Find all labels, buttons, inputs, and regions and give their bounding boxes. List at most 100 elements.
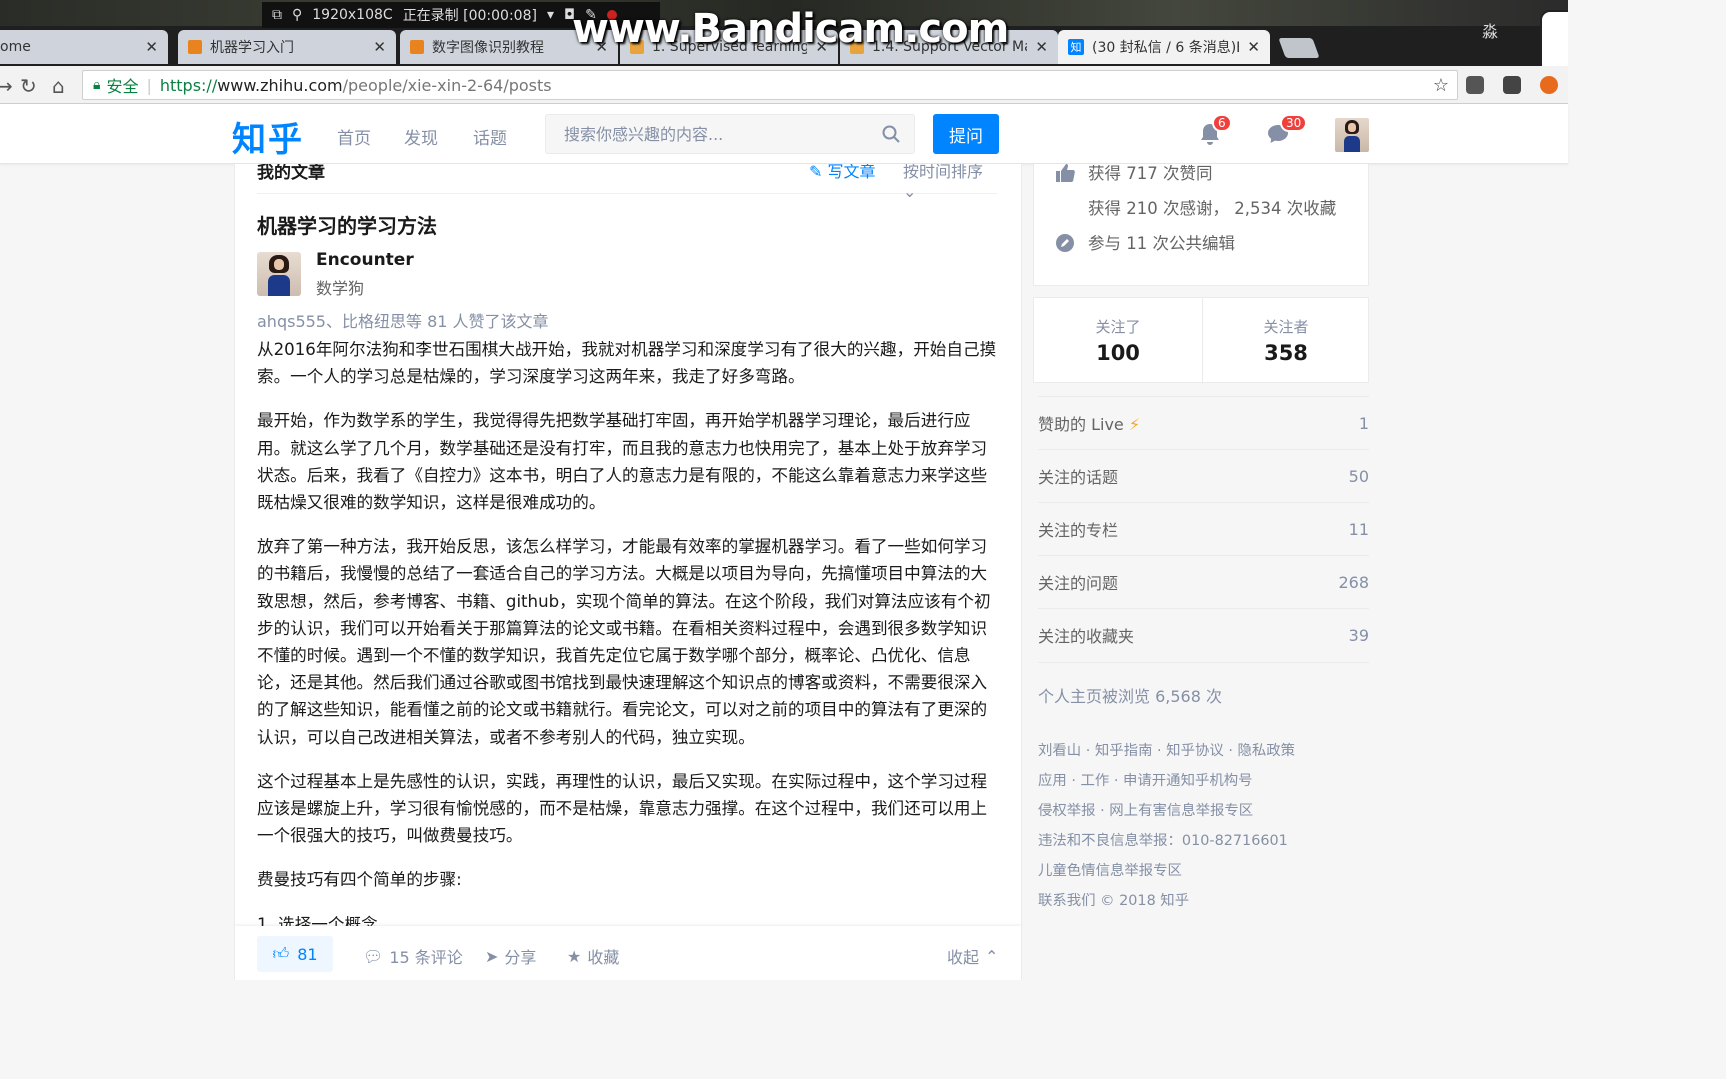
following-stat[interactable]: 关注了 100 bbox=[1034, 298, 1202, 384]
chevron-down-icon: ⌄ bbox=[903, 182, 917, 201]
tab-title: (30 封私信 / 6 条消息)En bbox=[1092, 40, 1240, 56]
chevron-up-icon: ⌃ bbox=[985, 946, 999, 966]
search-icon[interactable] bbox=[882, 125, 900, 143]
secure-label: 安全 bbox=[106, 77, 139, 96]
collect-button[interactable]: ★ 收藏 bbox=[567, 944, 619, 968]
follow-card: 关注了 100 关注者 358 bbox=[1033, 297, 1370, 384]
user-avatar[interactable] bbox=[1335, 118, 1369, 152]
window-icon[interactable]: ⧉ bbox=[272, 7, 282, 23]
close-icon[interactable]: ✕ bbox=[1035, 38, 1048, 56]
book-favicon-icon bbox=[410, 40, 424, 54]
comments-label: 15 条评论 bbox=[389, 948, 463, 967]
address-bar[interactable]: 🔒︎ 安全 | https:// www.zhihu.com /people/x… bbox=[82, 70, 1458, 100]
side-widget bbox=[1540, 10, 1568, 66]
sort-label: 按时间排序 bbox=[903, 164, 984, 181]
list-item-questions[interactable]: 关注的问题 268 bbox=[1038, 555, 1369, 608]
nav-home[interactable]: 首页 bbox=[337, 124, 371, 149]
list-item-count: 39 bbox=[1348, 625, 1369, 645]
dropdown-icon[interactable]: ▾ bbox=[547, 7, 554, 23]
thumbs-up-icon bbox=[1056, 164, 1075, 182]
paper-plane-icon: ➤ bbox=[485, 946, 499, 966]
tab-ml-intro[interactable]: 机器学习入门 ✕ bbox=[178, 30, 396, 64]
card-header: 我的文章 ✎ 写文章 按时间排序 ⌄ bbox=[257, 164, 997, 201]
search-input[interactable] bbox=[546, 115, 866, 153]
tab-title: ome bbox=[0, 39, 31, 55]
voters-line[interactable]: ahqs555、比格纽思等 81 人赞了该文章 bbox=[257, 308, 549, 332]
list-item-columns[interactable]: 关注的专栏 11 bbox=[1038, 502, 1369, 555]
followers-stat[interactable]: 关注者 358 bbox=[1202, 298, 1370, 384]
comments-button[interactable]: 💬︎ 15 条评论 bbox=[363, 944, 463, 968]
browser-tab-strip: ome ✕ 机器学习入门 ✕ 数字图像识别教程 ✕ 1. Supervised … bbox=[0, 0, 1568, 66]
paragraph: 放弃了第一种方法，我开始反思，该怎么样学习，才能最有效率的掌握机器学习。看了一些… bbox=[257, 537, 991, 747]
pocket-extension-icon[interactable] bbox=[1503, 76, 1521, 94]
zoom-icon[interactable]: ⚲ bbox=[292, 7, 302, 23]
notifications-button[interactable]: 6 bbox=[1198, 114, 1232, 148]
zhihu-logo[interactable]: 知乎 bbox=[232, 112, 304, 161]
close-icon[interactable]: ✕ bbox=[145, 38, 158, 56]
divider: | bbox=[146, 75, 152, 95]
write-article-link[interactable]: ✎ 写文章 bbox=[809, 164, 876, 182]
profile-views: 个人主页被浏览 6,568 次 bbox=[1038, 687, 1222, 706]
messages-button[interactable]: 30 bbox=[1266, 114, 1308, 148]
footer-links[interactable]: 儿童色情信息举报专区 bbox=[1038, 856, 1369, 886]
list-item-count: 268 bbox=[1338, 572, 1369, 592]
sort-dropdown[interactable]: 按时间排序 ⌄ bbox=[903, 164, 997, 201]
url-path: /people/xie-xin-2-64/posts bbox=[342, 75, 552, 95]
tab-zhihu-active[interactable]: 知 (30 封私信 / 6 条消息)En ✕ bbox=[1058, 30, 1270, 64]
paragraph: 从2016年阿尔法狗和李世石围棋大战开始，我就对机器学习和深度学习有了很大的兴趣… bbox=[257, 340, 997, 387]
list-item-count: 1 bbox=[1358, 413, 1369, 433]
extension-icon[interactable] bbox=[1540, 76, 1558, 94]
list-item-topics[interactable]: 关注的话题 50 bbox=[1038, 449, 1369, 502]
tab-title: 机器学习入门 bbox=[210, 40, 294, 56]
home-icon[interactable]: ⌂ bbox=[52, 74, 65, 98]
posts-card: 我的文章 ✎ 写文章 按时间排序 ⌄ 机器学习的学习方法 Encounter 数… bbox=[234, 164, 1022, 980]
pen-icon: ✎ bbox=[809, 164, 828, 181]
nav-explore[interactable]: 发现 bbox=[404, 124, 438, 149]
site-header: 知乎 首页 发现 话题 提问 6 30 bbox=[0, 104, 1568, 164]
bookmark-star-icon[interactable]: ☆ bbox=[1433, 75, 1449, 96]
footer-links[interactable]: 应用 · 工作 · 申请开通知乎机构号 bbox=[1038, 766, 1369, 796]
share-button[interactable]: ➤ 分享 bbox=[485, 944, 536, 968]
followers-label: 关注者 bbox=[1263, 318, 1309, 336]
close-icon[interactable]: ✕ bbox=[373, 38, 386, 56]
paragraph: 最开始，作为数学系的学生，我觉得得先把数学基础打牢固，再开始学机器学习理论，最后… bbox=[257, 411, 988, 513]
footer-links[interactable]: 刘看山 · 知乎指南 · 知乎协议 · 隐私政策 bbox=[1038, 736, 1369, 766]
nav-topics[interactable]: 话题 bbox=[473, 124, 507, 149]
list-item-count: 50 bbox=[1348, 466, 1369, 486]
following-label: 关注了 bbox=[1095, 318, 1141, 336]
lock-icon: 🔒︎ bbox=[93, 77, 101, 93]
list-item-collections[interactable]: 关注的收藏夹 39 bbox=[1038, 608, 1369, 661]
section-title: 我的文章 bbox=[257, 164, 325, 183]
list-item-label: 赞助的 Live bbox=[1038, 415, 1124, 434]
write-article-label: 写文章 bbox=[827, 164, 876, 181]
collapse-button[interactable]: 收起 ⌃ bbox=[947, 944, 998, 968]
url-scheme: https:// bbox=[159, 75, 218, 95]
followers-count: 358 bbox=[1264, 341, 1308, 365]
upvote-button[interactable]: 👍︎ 81 bbox=[257, 936, 333, 972]
article-title[interactable]: 机器学习的学习方法 bbox=[257, 210, 437, 239]
collapse-label: 收起 bbox=[947, 948, 980, 967]
evernote-extension-icon[interactable] bbox=[1466, 76, 1484, 94]
recorder-resolution: 1920x108C bbox=[312, 7, 393, 23]
footer-report: 违法和不良信息举报：010-82716601 bbox=[1038, 833, 1288, 849]
reload-icon[interactable]: ↻ bbox=[20, 74, 37, 98]
lightning-icon: ⚡ bbox=[1128, 415, 1141, 434]
article-action-bar: 👍︎ 81 💬︎ 15 条评论 ➤ 分享 ★ 收藏 收起 ⌃ bbox=[235, 926, 1021, 980]
list-item-live[interactable]: 赞助的 Live ⚡ 1 bbox=[1038, 396, 1369, 449]
ask-button[interactable]: 提问 bbox=[933, 114, 999, 154]
new-tab-button[interactable] bbox=[1278, 38, 1320, 58]
author-avatar[interactable] bbox=[257, 252, 301, 296]
messages-badge: 30 bbox=[1280, 114, 1308, 132]
list-item-label: 关注的问题 bbox=[1038, 574, 1119, 593]
author-name[interactable]: Encounter bbox=[316, 250, 414, 270]
url-host: www.zhihu.com bbox=[217, 75, 343, 95]
close-icon[interactable]: ✕ bbox=[1247, 38, 1260, 56]
comment-icon: 💬︎ bbox=[363, 946, 384, 966]
notifications-badge: 6 bbox=[1212, 114, 1232, 132]
tab-home[interactable]: ome ✕ bbox=[0, 30, 168, 64]
forward-icon[interactable]: → bbox=[0, 74, 13, 98]
divider bbox=[1038, 662, 1369, 663]
footer-links[interactable]: 侵权举报 · 网上有害信息举报专区 bbox=[1038, 796, 1369, 826]
paragraph: 费曼技巧有四个简单的步骤: bbox=[257, 870, 462, 890]
share-label: 分享 bbox=[504, 948, 537, 967]
